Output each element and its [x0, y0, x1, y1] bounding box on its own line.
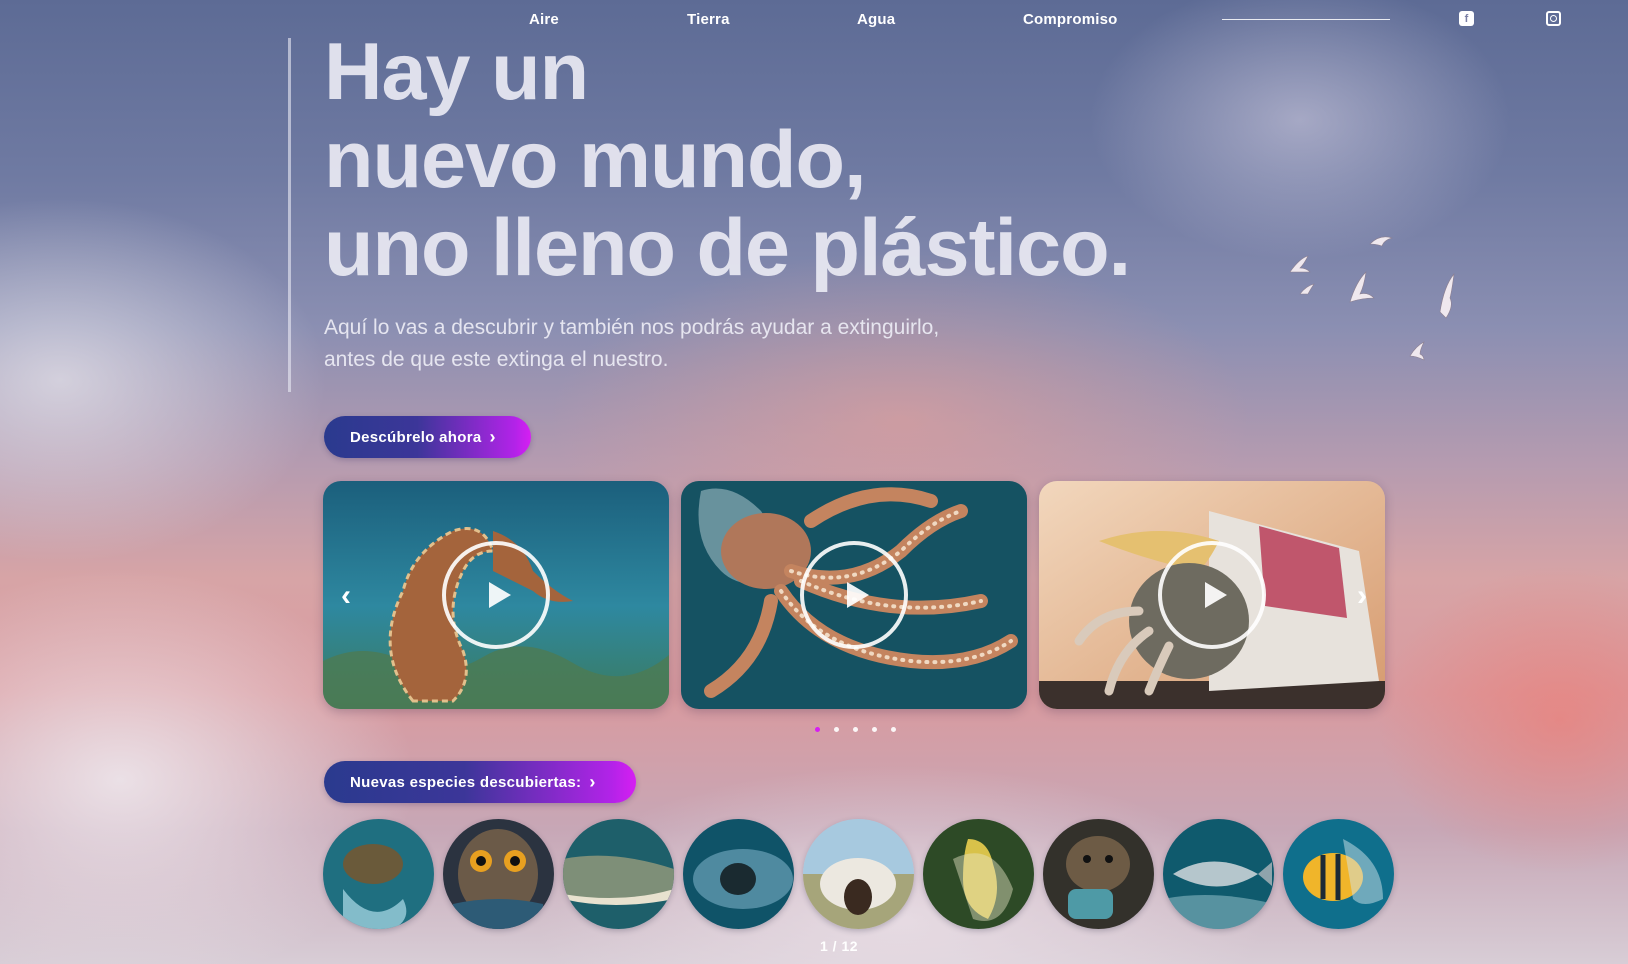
- species-crocodile[interactable]: [563, 819, 674, 929]
- hero-title-line-3: uno lleno de plástico.: [324, 203, 1131, 293]
- hero-subtitle-line-2: antes de que este extinga el nuestro.: [324, 348, 669, 371]
- species-pager: 1 / 12: [820, 938, 859, 954]
- species-cow[interactable]: [803, 819, 914, 929]
- play-button[interactable]: [442, 541, 550, 649]
- carousel-dot-4[interactable]: [872, 727, 877, 732]
- carousel-dots: [815, 727, 896, 732]
- carousel-dot-2[interactable]: [834, 727, 839, 732]
- species-otter[interactable]: [1043, 819, 1154, 929]
- birds-illustration: [1290, 236, 1455, 361]
- species-tropical-fish[interactable]: [1283, 819, 1394, 929]
- species-whale-shark[interactable]: [683, 819, 794, 929]
- hero-subtitle: Aquí lo vas a descubrir y también nos po…: [324, 312, 1024, 376]
- chevron-right-icon: ›: [589, 772, 596, 792]
- nav-link-aire[interactable]: Aire: [529, 11, 559, 28]
- carousel-dot-5[interactable]: [891, 727, 896, 732]
- new-species-label: Nuevas especies descubiertas:: [350, 773, 582, 791]
- species-tuna[interactable]: [1163, 819, 1274, 929]
- hero-title-line-2: nuevo mundo,: [324, 115, 866, 205]
- video-card-hermit-crab[interactable]: [1039, 481, 1385, 709]
- video-carousel: [323, 481, 1385, 709]
- instagram-icon[interactable]: [1546, 11, 1561, 26]
- video-card-octopus[interactable]: [681, 481, 1027, 709]
- discover-now-label: Descúbrelo ahora: [350, 428, 482, 446]
- play-button[interactable]: [1158, 541, 1266, 649]
- chevron-right-icon: ›: [489, 427, 496, 447]
- new-species-button[interactable]: Nuevas especies descubiertas: ›: [324, 761, 636, 803]
- hero-subtitle-line-1: Aquí lo vas a descubrir y también nos po…: [324, 316, 940, 339]
- species-owl[interactable]: [443, 819, 554, 929]
- nav-link-agua[interactable]: Agua: [857, 11, 895, 28]
- chevron-left-icon[interactable]: ‹: [334, 581, 358, 611]
- hero-title: Hay un nuevo mundo, uno lleno de plástic…: [324, 28, 1324, 292]
- play-button[interactable]: [800, 541, 908, 649]
- species-list: [323, 819, 1394, 929]
- carousel-dot-1[interactable]: [815, 727, 820, 732]
- video-card-seahorse[interactable]: [323, 481, 669, 709]
- hero-vertical-rule: [288, 38, 291, 392]
- nav-link-tierra[interactable]: Tierra: [687, 11, 730, 28]
- discover-now-button[interactable]: Descúbrelo ahora ›: [324, 416, 531, 458]
- hero-title-line-1: Hay un: [324, 27, 589, 117]
- chevron-right-icon[interactable]: ›: [1350, 581, 1374, 611]
- species-sea-turtle[interactable]: [323, 819, 434, 929]
- species-bird-in-plastic[interactable]: [923, 819, 1034, 929]
- nav-link-compromiso[interactable]: Compromiso: [1023, 11, 1118, 28]
- carousel-dot-3[interactable]: [853, 727, 858, 732]
- facebook-icon[interactable]: f: [1459, 11, 1474, 26]
- nav-divider-line: [1222, 19, 1390, 20]
